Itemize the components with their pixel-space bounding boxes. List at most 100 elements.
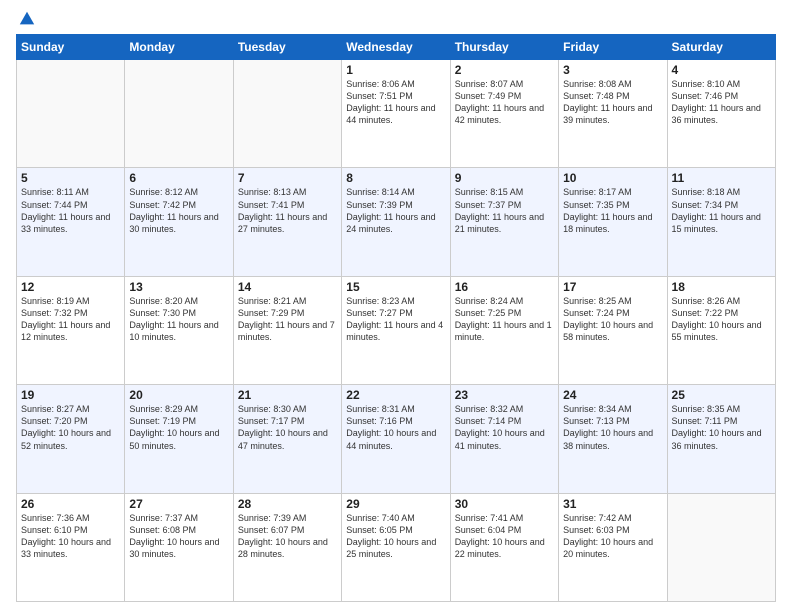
day-info: Sunrise: 7:39 AMSunset: 6:07 PMDaylight:…	[238, 512, 337, 561]
day-number: 17	[563, 280, 662, 294]
day-info: Sunrise: 8:18 AMSunset: 7:34 PMDaylight:…	[672, 186, 771, 235]
calendar-day-cell: 29Sunrise: 7:40 AMSunset: 6:05 PMDayligh…	[342, 493, 450, 601]
day-info: Sunrise: 7:41 AMSunset: 6:04 PMDaylight:…	[455, 512, 554, 561]
logo-icon	[18, 10, 36, 28]
calendar-day-cell: 30Sunrise: 7:41 AMSunset: 6:04 PMDayligh…	[450, 493, 558, 601]
calendar-day-cell: 18Sunrise: 8:26 AMSunset: 7:22 PMDayligh…	[667, 276, 775, 384]
day-number: 8	[346, 171, 445, 185]
day-number: 30	[455, 497, 554, 511]
calendar-day-cell: 1Sunrise: 8:06 AMSunset: 7:51 PMDaylight…	[342, 60, 450, 168]
day-number: 3	[563, 63, 662, 77]
calendar-day-cell: 15Sunrise: 8:23 AMSunset: 7:27 PMDayligh…	[342, 276, 450, 384]
day-number: 25	[672, 388, 771, 402]
weekday-header-wednesday: Wednesday	[342, 35, 450, 60]
day-info: Sunrise: 8:21 AMSunset: 7:29 PMDaylight:…	[238, 295, 337, 344]
day-info: Sunrise: 8:12 AMSunset: 7:42 PMDaylight:…	[129, 186, 228, 235]
day-info: Sunrise: 7:40 AMSunset: 6:05 PMDaylight:…	[346, 512, 445, 561]
day-info: Sunrise: 7:42 AMSunset: 6:03 PMDaylight:…	[563, 512, 662, 561]
day-info: Sunrise: 7:37 AMSunset: 6:08 PMDaylight:…	[129, 512, 228, 561]
day-number: 11	[672, 171, 771, 185]
calendar-day-cell: 3Sunrise: 8:08 AMSunset: 7:48 PMDaylight…	[559, 60, 667, 168]
calendar-day-cell: 9Sunrise: 8:15 AMSunset: 7:37 PMDaylight…	[450, 168, 558, 276]
calendar-day-cell: 23Sunrise: 8:32 AMSunset: 7:14 PMDayligh…	[450, 385, 558, 493]
day-number: 10	[563, 171, 662, 185]
day-info: Sunrise: 8:06 AMSunset: 7:51 PMDaylight:…	[346, 78, 445, 127]
day-info: Sunrise: 8:13 AMSunset: 7:41 PMDaylight:…	[238, 186, 337, 235]
calendar-day-cell	[667, 493, 775, 601]
calendar-day-cell: 22Sunrise: 8:31 AMSunset: 7:16 PMDayligh…	[342, 385, 450, 493]
calendar-day-cell: 8Sunrise: 8:14 AMSunset: 7:39 PMDaylight…	[342, 168, 450, 276]
day-number: 28	[238, 497, 337, 511]
calendar-day-cell: 10Sunrise: 8:17 AMSunset: 7:35 PMDayligh…	[559, 168, 667, 276]
day-info: Sunrise: 8:10 AMSunset: 7:46 PMDaylight:…	[672, 78, 771, 127]
day-info: Sunrise: 8:27 AMSunset: 7:20 PMDaylight:…	[21, 403, 120, 452]
weekday-header-row: SundayMondayTuesdayWednesdayThursdayFrid…	[17, 35, 776, 60]
calendar-day-cell: 11Sunrise: 8:18 AMSunset: 7:34 PMDayligh…	[667, 168, 775, 276]
day-number: 4	[672, 63, 771, 77]
day-info: Sunrise: 8:15 AMSunset: 7:37 PMDaylight:…	[455, 186, 554, 235]
day-info: Sunrise: 8:08 AMSunset: 7:48 PMDaylight:…	[563, 78, 662, 127]
weekday-header-sunday: Sunday	[17, 35, 125, 60]
day-number: 31	[563, 497, 662, 511]
calendar-week-row: 12Sunrise: 8:19 AMSunset: 7:32 PMDayligh…	[17, 276, 776, 384]
day-info: Sunrise: 8:29 AMSunset: 7:19 PMDaylight:…	[129, 403, 228, 452]
calendar-day-cell: 6Sunrise: 8:12 AMSunset: 7:42 PMDaylight…	[125, 168, 233, 276]
day-number: 5	[21, 171, 120, 185]
day-number: 22	[346, 388, 445, 402]
day-info: Sunrise: 8:07 AMSunset: 7:49 PMDaylight:…	[455, 78, 554, 127]
day-number: 13	[129, 280, 228, 294]
day-info: Sunrise: 8:24 AMSunset: 7:25 PMDaylight:…	[455, 295, 554, 344]
day-number: 12	[21, 280, 120, 294]
calendar-table: SundayMondayTuesdayWednesdayThursdayFrid…	[16, 34, 776, 602]
header	[16, 10, 776, 28]
calendar-week-row: 26Sunrise: 7:36 AMSunset: 6:10 PMDayligh…	[17, 493, 776, 601]
calendar-day-cell: 24Sunrise: 8:34 AMSunset: 7:13 PMDayligh…	[559, 385, 667, 493]
day-number: 2	[455, 63, 554, 77]
weekday-header-friday: Friday	[559, 35, 667, 60]
day-number: 24	[563, 388, 662, 402]
day-number: 27	[129, 497, 228, 511]
calendar-day-cell: 2Sunrise: 8:07 AMSunset: 7:49 PMDaylight…	[450, 60, 558, 168]
calendar-day-cell: 26Sunrise: 7:36 AMSunset: 6:10 PMDayligh…	[17, 493, 125, 601]
day-info: Sunrise: 8:19 AMSunset: 7:32 PMDaylight:…	[21, 295, 120, 344]
day-number: 16	[455, 280, 554, 294]
calendar-day-cell: 28Sunrise: 7:39 AMSunset: 6:07 PMDayligh…	[233, 493, 341, 601]
calendar-week-row: 5Sunrise: 8:11 AMSunset: 7:44 PMDaylight…	[17, 168, 776, 276]
day-number: 15	[346, 280, 445, 294]
calendar-day-cell: 7Sunrise: 8:13 AMSunset: 7:41 PMDaylight…	[233, 168, 341, 276]
day-info: Sunrise: 8:11 AMSunset: 7:44 PMDaylight:…	[21, 186, 120, 235]
day-info: Sunrise: 8:34 AMSunset: 7:13 PMDaylight:…	[563, 403, 662, 452]
calendar-day-cell: 19Sunrise: 8:27 AMSunset: 7:20 PMDayligh…	[17, 385, 125, 493]
calendar-week-row: 19Sunrise: 8:27 AMSunset: 7:20 PMDayligh…	[17, 385, 776, 493]
day-info: Sunrise: 8:32 AMSunset: 7:14 PMDaylight:…	[455, 403, 554, 452]
day-number: 29	[346, 497, 445, 511]
calendar-day-cell: 21Sunrise: 8:30 AMSunset: 7:17 PMDayligh…	[233, 385, 341, 493]
calendar-day-cell	[233, 60, 341, 168]
weekday-header-thursday: Thursday	[450, 35, 558, 60]
calendar-day-cell: 14Sunrise: 8:21 AMSunset: 7:29 PMDayligh…	[233, 276, 341, 384]
calendar-day-cell: 5Sunrise: 8:11 AMSunset: 7:44 PMDaylight…	[17, 168, 125, 276]
calendar-day-cell: 17Sunrise: 8:25 AMSunset: 7:24 PMDayligh…	[559, 276, 667, 384]
calendar-day-cell	[17, 60, 125, 168]
day-info: Sunrise: 8:23 AMSunset: 7:27 PMDaylight:…	[346, 295, 445, 344]
day-number: 9	[455, 171, 554, 185]
calendar-week-row: 1Sunrise: 8:06 AMSunset: 7:51 PMDaylight…	[17, 60, 776, 168]
day-number: 23	[455, 388, 554, 402]
day-info: Sunrise: 8:31 AMSunset: 7:16 PMDaylight:…	[346, 403, 445, 452]
day-number: 6	[129, 171, 228, 185]
day-number: 14	[238, 280, 337, 294]
day-number: 20	[129, 388, 228, 402]
day-number: 26	[21, 497, 120, 511]
day-info: Sunrise: 8:14 AMSunset: 7:39 PMDaylight:…	[346, 186, 445, 235]
calendar-day-cell: 16Sunrise: 8:24 AMSunset: 7:25 PMDayligh…	[450, 276, 558, 384]
calendar-day-cell: 13Sunrise: 8:20 AMSunset: 7:30 PMDayligh…	[125, 276, 233, 384]
day-info: Sunrise: 8:30 AMSunset: 7:17 PMDaylight:…	[238, 403, 337, 452]
day-info: Sunrise: 8:26 AMSunset: 7:22 PMDaylight:…	[672, 295, 771, 344]
day-number: 19	[21, 388, 120, 402]
calendar-day-cell: 25Sunrise: 8:35 AMSunset: 7:11 PMDayligh…	[667, 385, 775, 493]
calendar-day-cell: 20Sunrise: 8:29 AMSunset: 7:19 PMDayligh…	[125, 385, 233, 493]
logo	[16, 10, 36, 28]
day-info: Sunrise: 8:25 AMSunset: 7:24 PMDaylight:…	[563, 295, 662, 344]
page: SundayMondayTuesdayWednesdayThursdayFrid…	[0, 0, 792, 612]
calendar-day-cell: 12Sunrise: 8:19 AMSunset: 7:32 PMDayligh…	[17, 276, 125, 384]
